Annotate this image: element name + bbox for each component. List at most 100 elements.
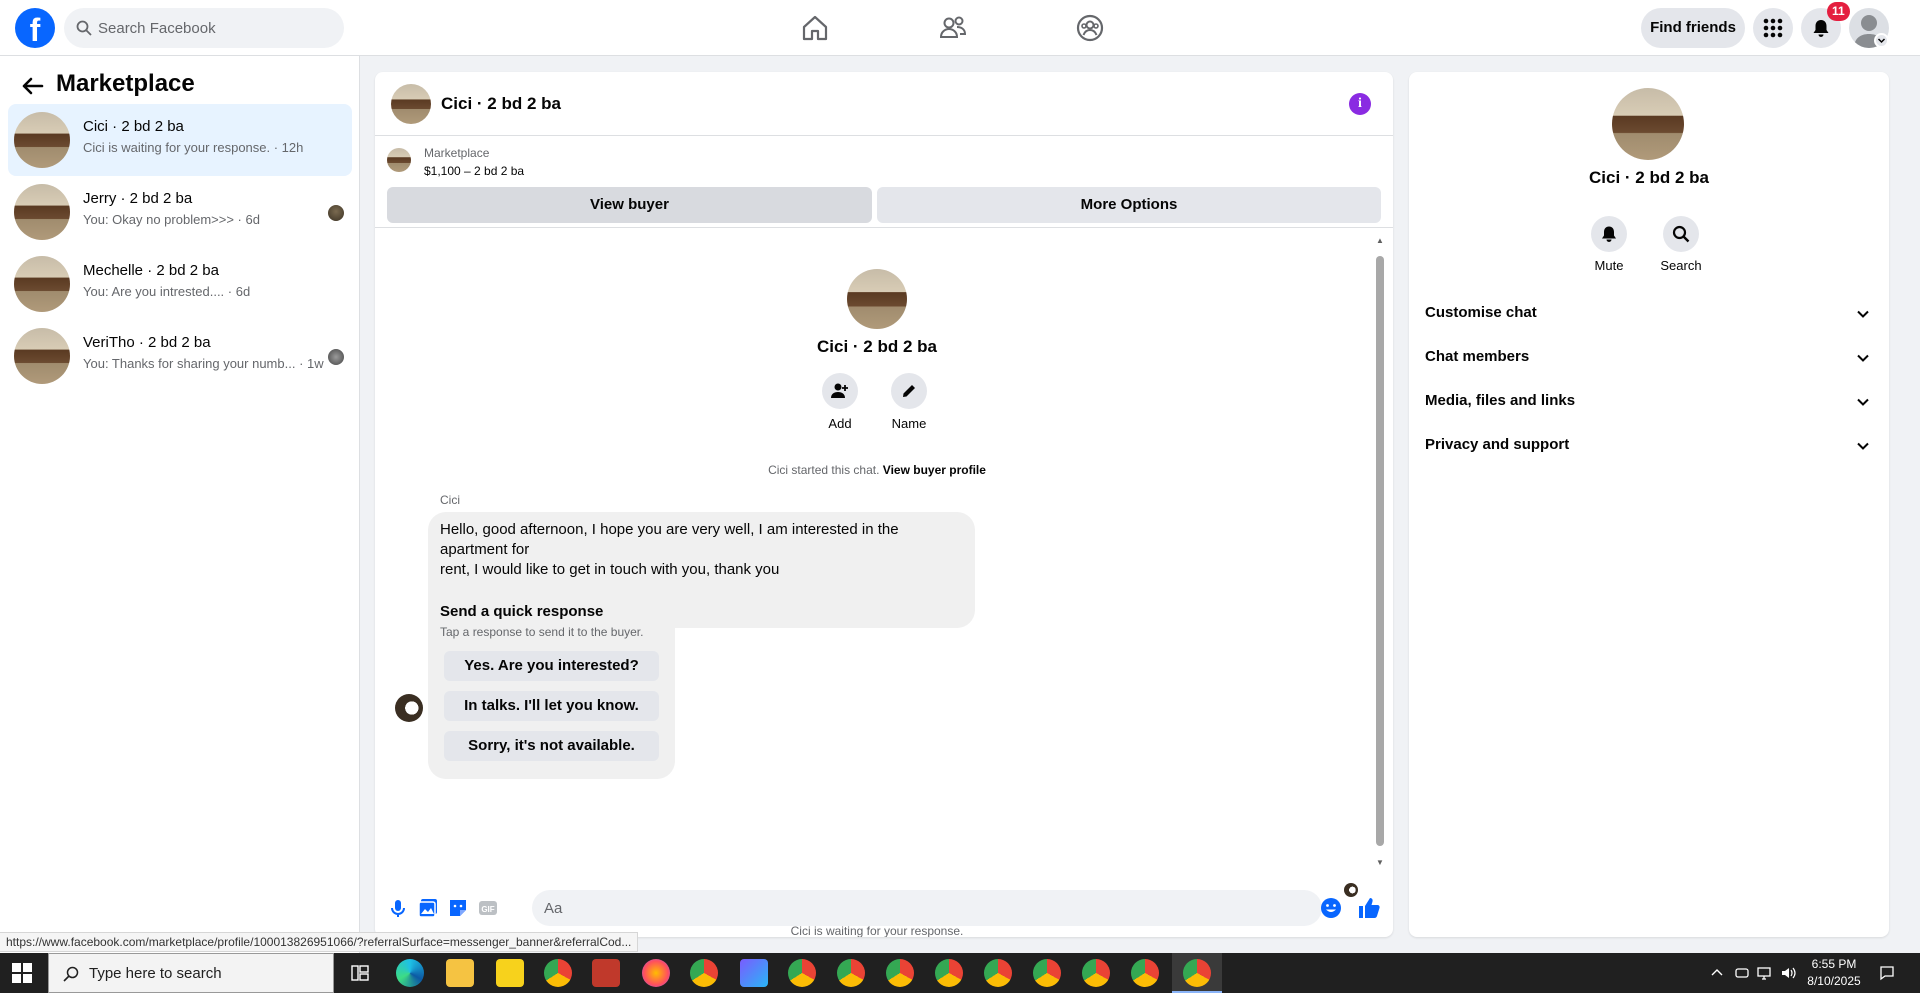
chat-thumbnail[interactable]: [391, 84, 431, 124]
quick-response-title: Send a quick response: [440, 603, 604, 620]
message-input-box[interactable]: [532, 890, 1322, 926]
sender-avatar[interactable]: [395, 694, 423, 722]
contact-avatar[interactable]: [1612, 88, 1684, 160]
listing-thumbnail: [14, 112, 70, 168]
gif-icon[interactable]: GIF: [477, 897, 499, 919]
listing-label: Marketplace: [424, 146, 490, 160]
chat-started-text: Cici started this chat.: [768, 463, 880, 477]
taskbar-clock[interactable]: 6:55 PM 8/10/2025: [1804, 956, 1864, 990]
quick-reply-not-available-button[interactable]: Sorry, it's not available.: [444, 731, 659, 761]
conversation-item-jerry[interactable]: Jerry · 2 bd 2 ba You: Okay no problem>>…: [8, 176, 352, 248]
chat-title[interactable]: Cici · 2 bd 2 ba: [441, 94, 561, 114]
photo-icon[interactable]: [417, 897, 439, 919]
name-button[interactable]: [891, 373, 927, 409]
scroll-down-arrow-icon[interactable]: ▼: [1375, 858, 1385, 868]
find-friends-button[interactable]: Find friends: [1641, 8, 1745, 48]
chevron-down-icon: [1857, 310, 1869, 318]
sender-name: Cici: [440, 493, 460, 507]
section-label: Customise chat: [1425, 304, 1537, 321]
account-chevron-down-icon[interactable]: [1874, 33, 1889, 48]
task-view-icon[interactable]: [350, 963, 370, 983]
quick-response-subtitle: Tap a response to send it to the buyer.: [440, 625, 644, 639]
thread-scrollbar[interactable]: ▲ ▼: [1375, 234, 1385, 870]
mute-button[interactable]: [1591, 216, 1627, 252]
conversation-snippet: You: Thanks for sharing your numb... · 1…: [83, 356, 324, 371]
home-icon[interactable]: [799, 12, 831, 44]
chrome-icon[interactable]: [544, 959, 572, 987]
app-icon[interactable]: [592, 959, 620, 987]
clock-time: 6:55 PM: [1811, 957, 1857, 971]
clock-date: 8/10/2025: [1807, 974, 1861, 988]
message-input[interactable]: [544, 890, 1284, 926]
message-composer: GIF: [375, 880, 1393, 937]
chrome-profile-icon[interactable]: [1033, 959, 1061, 987]
search-icon: [1672, 225, 1690, 243]
chrome-profile-icon[interactable]: [690, 959, 718, 987]
chrome-profile-icon[interactable]: [1082, 959, 1110, 987]
emoji-icon[interactable]: [1320, 897, 1342, 919]
buyer-avatar[interactable]: [847, 269, 907, 329]
more-options-button[interactable]: More Options: [877, 187, 1381, 223]
message-thread[interactable]: ▲ ▼ Cici · 2 bd 2 ba Add Name Cici start…: [375, 232, 1393, 877]
menu-button[interactable]: [1753, 8, 1793, 48]
conversation-item-mechelle[interactable]: Mechelle · 2 bd 2 ba You: Are you intres…: [8, 248, 352, 320]
view-buyer-button[interactable]: View buyer: [387, 187, 872, 223]
thumbs-up-icon[interactable]: [1357, 896, 1381, 920]
add-button[interactable]: [822, 373, 858, 409]
taskbar-search-text: Type here to search: [89, 965, 222, 982]
section-media-files-links[interactable]: Media, files and links: [1425, 382, 1873, 422]
network-icon[interactable]: [1756, 965, 1772, 981]
chrome-profile-icon[interactable]: [837, 959, 865, 987]
tray-chevron-up-icon[interactable]: [1709, 965, 1725, 981]
meet-now-icon[interactable]: [1734, 965, 1750, 981]
friends-icon[interactable]: [937, 12, 969, 44]
chrome-active-icon[interactable]: [1183, 959, 1211, 987]
chrome-profile-icon[interactable]: [935, 959, 963, 987]
sticker-icon[interactable]: [447, 897, 469, 919]
windows-taskbar: Type here to search 6:55 PM 8/10/2025: [0, 953, 1920, 993]
chat-window: Cici · 2 bd 2 ba i Marketplace $1,100 – …: [375, 72, 1393, 937]
quick-reply-in-talks-button[interactable]: In talks. I'll let you know.: [444, 691, 659, 721]
listing-thumbnail: [14, 328, 70, 384]
edge-icon[interactable]: [396, 959, 424, 987]
listing-thumbnail-small[interactable]: [387, 148, 411, 172]
windows-start-icon[interactable]: [12, 963, 32, 983]
notification-center-icon[interactable]: [1879, 965, 1895, 981]
volume-icon[interactable]: [1780, 965, 1796, 981]
sticky-notes-icon[interactable]: [496, 959, 524, 987]
section-privacy-support[interactable]: Privacy and support: [1425, 426, 1873, 466]
chrome-profile-icon[interactable]: [984, 959, 1012, 987]
listing-price[interactable]: $1,100 – 2 bd 2 ba: [424, 164, 524, 178]
view-buyer-profile-link[interactable]: View buyer profile: [883, 463, 986, 477]
scroll-up-arrow-icon[interactable]: ▲: [1375, 236, 1385, 246]
chrome-profile-icon[interactable]: [788, 959, 816, 987]
microphone-icon[interactable]: [387, 897, 409, 919]
chrome-profile-icon[interactable]: [1131, 959, 1159, 987]
section-customise-chat[interactable]: Customise chat: [1425, 294, 1873, 334]
info-icon[interactable]: i: [1349, 93, 1371, 115]
groups-icon[interactable]: [1074, 12, 1106, 44]
bell-icon: [1602, 226, 1616, 242]
search-input[interactable]: [98, 8, 328, 48]
search-chat-button[interactable]: [1663, 216, 1699, 252]
chrome-profile-icon[interactable]: [886, 959, 914, 987]
chevron-down-icon: [1857, 354, 1869, 362]
back-arrow-icon[interactable]: [18, 72, 46, 100]
firefox-icon[interactable]: [642, 959, 670, 987]
facebook-logo[interactable]: f: [15, 8, 55, 48]
section-chat-members[interactable]: Chat members: [1425, 338, 1873, 378]
chat-started-notice: Cici started this chat. View buyer profi…: [375, 463, 1379, 477]
file-explorer-icon[interactable]: [446, 959, 474, 987]
add-label: Add: [828, 416, 852, 431]
quick-response-card: Send a quick response Tap a response to …: [428, 594, 675, 779]
conversation-snippet: Cici is waiting for your response. · 12h: [83, 140, 304, 155]
buyer-name: Cici · 2 bd 2 ba: [817, 337, 937, 356]
app-icon[interactable]: [740, 959, 768, 987]
conversation-item-veritho[interactable]: VeriTho · 2 bd 2 ba You: Thanks for shar…: [8, 320, 352, 392]
taskbar-search[interactable]: Type here to search: [48, 953, 334, 993]
quick-reply-yes-button[interactable]: Yes. Are you interested?: [444, 651, 659, 681]
search-box[interactable]: [64, 8, 344, 48]
chat-header: Cici · 2 bd 2 ba i: [375, 72, 1393, 136]
svg-text:GIF: GIF: [481, 905, 494, 914]
conversation-item-cici[interactable]: Cici · 2 bd 2 ba Cici is waiting for you…: [8, 104, 352, 176]
